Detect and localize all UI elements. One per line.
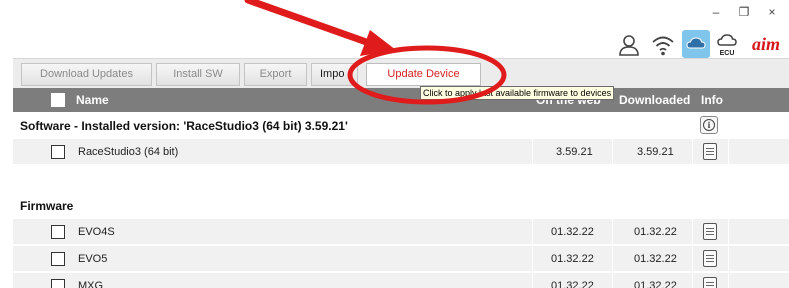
row-downloaded-version: 01.32.22: [634, 280, 677, 288]
column-header-name[interactable]: Name: [76, 93, 109, 107]
row-web-version: 3.59.21: [556, 146, 593, 158]
close-button[interactable]: ×: [762, 4, 782, 20]
row-checkbox[interactable]: [51, 145, 65, 159]
firmware-section-title: Firmware: [20, 199, 74, 213]
svg-text:ECU: ECU: [720, 50, 735, 57]
row-checkbox[interactable]: [51, 279, 65, 288]
column-header-info[interactable]: Info: [701, 93, 723, 107]
row-checkbox[interactable]: [51, 225, 65, 239]
row-name: EVO5: [78, 253, 108, 265]
minimize-button[interactable]: –: [706, 4, 726, 20]
row-web-version: 01.32.22: [551, 226, 594, 238]
info-icon[interactable]: i: [700, 116, 718, 134]
export-button[interactable]: Export: [244, 63, 307, 86]
download-updates-button[interactable]: Download Updates: [21, 63, 152, 86]
aim-logo: aim: [750, 33, 789, 55]
cloud-icon[interactable]: [682, 30, 710, 58]
maximize-button[interactable]: ❐: [734, 4, 754, 20]
release-notes-icon[interactable]: [703, 250, 717, 267]
svg-text:aim: aim: [752, 34, 780, 54]
release-notes-icon[interactable]: [703, 277, 717, 288]
toolbar: Download Updates Install SW Export Impo …: [13, 58, 789, 88]
install-sw-button[interactable]: Install SW: [156, 63, 240, 86]
row-name: EVO4S: [78, 226, 115, 238]
user-icon[interactable]: [616, 32, 642, 58]
software-section-title: Software - Installed version: 'RaceStudi…: [20, 119, 348, 133]
release-notes-icon[interactable]: [703, 223, 717, 240]
table-header: Name On the web Downloaded Info: [13, 88, 789, 112]
select-all-checkbox[interactable]: [51, 93, 65, 107]
update-device-tooltip: Click to apply last available firmware t…: [420, 86, 615, 100]
ecu-cloud-icon[interactable]: ECU: [714, 30, 740, 57]
update-device-button[interactable]: Update Device: [366, 63, 481, 86]
row-downloaded-version: 01.32.22: [634, 226, 677, 238]
table-row[interactable]: EVO5 01.32.22 01.32.22: [13, 246, 789, 272]
row-checkbox[interactable]: [51, 252, 65, 266]
table-row[interactable]: EVO4S 01.32.22 01.32.22: [13, 219, 789, 245]
wifi-icon[interactable]: [650, 32, 676, 58]
row-downloaded-version: 01.32.22: [634, 253, 677, 265]
release-notes-icon[interactable]: [703, 143, 717, 160]
column-header-downloaded[interactable]: Downloaded: [619, 93, 690, 107]
import-button[interactable]: Impo: [311, 63, 358, 86]
row-name: RaceStudio3 (64 bit): [78, 146, 179, 158]
row-web-version: 01.32.22: [551, 253, 594, 265]
row-name: MXG: [78, 280, 104, 288]
row-web-version: 01.32.22: [551, 280, 594, 288]
row-downloaded-version: 3.59.21: [637, 146, 674, 158]
table-row[interactable]: MXG 01.32.22 01.32.22: [13, 273, 789, 288]
table-row[interactable]: RaceStudio3 (64 bit) 3.59.21 3.59.21: [13, 139, 789, 165]
